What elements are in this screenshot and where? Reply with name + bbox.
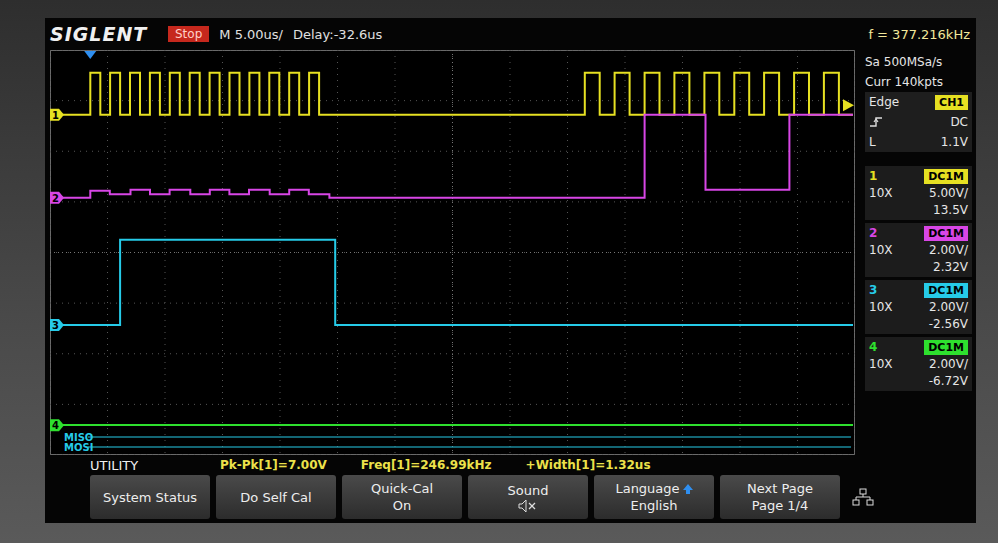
probe-ratio: 10X — [869, 185, 893, 201]
svg-text:2: 2 — [52, 193, 59, 204]
channel-number: 1 — [869, 168, 877, 184]
waveform-chart: MISOMOSI1234 — [50, 50, 855, 455]
vertical-scale: 2.00V/ — [929, 356, 968, 372]
top-bar: SIGLENT Stop M 5.00us/ Delay:-32.6us f =… — [50, 18, 976, 50]
vertical-offset: -2.56V — [929, 316, 968, 332]
grid-line — [50, 404, 855, 405]
softkey[interactable]: Do Self Cal — [216, 475, 336, 519]
bus-label: MOSI — [64, 442, 93, 453]
channel-settings[interactable]: 1 DC1M 10X 5.00V/ 13.5V — [865, 166, 972, 220]
brand-logo: SIGLENT — [50, 23, 158, 45]
waveform-trace — [50, 240, 853, 325]
trigger-position-icon[interactable] — [84, 51, 96, 59]
measurement: Pk-Pk[1]=7.00V — [220, 458, 327, 472]
vertical-scale: 2.00V/ — [929, 299, 968, 315]
svg-text:3: 3 — [52, 320, 59, 331]
channel-settings[interactable]: 3 DC1M 10X 2.00V/ -2.56V — [865, 280, 972, 334]
waveform-trace — [50, 73, 853, 115]
channel-marker[interactable]: 4 — [50, 419, 64, 431]
grid-line — [337, 50, 338, 455]
bus-line — [88, 447, 851, 448]
svg-text:4: 4 — [52, 420, 59, 431]
trigger-source-badge: CH1 — [935, 95, 968, 110]
vertical-offset: 2.32V — [933, 259, 968, 275]
softkey[interactable]: Next Page Page 1/4 — [720, 475, 840, 519]
coupling-badge: DC1M — [924, 340, 968, 355]
probe-ratio: 10X — [869, 356, 893, 372]
grid-line — [107, 50, 108, 455]
waveform-trace — [50, 115, 853, 198]
trigger-level[interactable]: L 1.1V — [865, 132, 972, 152]
channel-number: 4 — [869, 339, 877, 355]
coupling-badge: DC1M — [924, 169, 968, 184]
grid-line — [797, 50, 798, 455]
bus-line — [88, 437, 851, 438]
speaker-icon — [518, 499, 538, 513]
softkey[interactable]: Language English — [594, 475, 714, 519]
vertical-scale: 2.00V/ — [929, 242, 968, 258]
sample-rate: Sa 500MSa/s — [865, 52, 972, 72]
timebase: M 5.00us/ — [219, 27, 283, 42]
probe-ratio: 10X — [869, 242, 893, 258]
softkey[interactable]: Sound — [468, 475, 588, 519]
vertical-offset: -6.72V — [929, 373, 968, 389]
frequency-counter: f = 377.216kHz — [868, 27, 970, 42]
softkey[interactable]: System Status — [90, 475, 210, 519]
measurement-bar: UTILITY Pk-Pk[1]=7.00V Freq[1]=246.99kHz +… — [50, 455, 976, 475]
grid-line — [567, 50, 568, 455]
side-panel: Sa 500MSa/s Curr 140kpts Edge CH1 DC L 1… — [855, 50, 976, 455]
delay: Delay:-32.6us — [293, 27, 382, 42]
trigger-level-icon[interactable] — [843, 99, 854, 111]
vertical-offset: 13.5V — [933, 202, 968, 218]
channel-marker[interactable]: 1 — [50, 109, 64, 121]
run-state-badge[interactable]: Stop — [168, 26, 209, 42]
rising-edge-icon — [869, 116, 883, 128]
graticule: MISOMOSI1234 — [50, 50, 855, 455]
softkey-bar: System Status Do Self Cal Quick-Cal OnSo… — [50, 475, 976, 519]
probe-ratio: 10X — [869, 299, 893, 315]
svg-text:1: 1 — [52, 110, 59, 121]
scope-screen: SIGLENT Stop M 5.00us/ Delay:-32.6us f =… — [45, 18, 976, 523]
vertical-scale: 5.00V/ — [929, 185, 968, 201]
grid-line — [625, 50, 626, 455]
grid-line — [50, 252, 855, 253]
measurement: Freq[1]=246.99kHz — [361, 458, 492, 472]
coupling-badge: DC1M — [924, 226, 968, 241]
trigger-type[interactable]: Edge CH1 — [865, 92, 972, 112]
channel-number: 2 — [869, 225, 877, 241]
menu-title: UTILITY — [90, 458, 220, 473]
channel-number: 3 — [869, 282, 877, 298]
channel-marker[interactable]: 3 — [50, 319, 64, 331]
channel-settings[interactable]: 2 DC1M 10X 2.00V/ 2.32V — [865, 223, 972, 277]
waveform-trace — [50, 424, 853, 426]
measurement: +Width[1]=1.32us — [526, 458, 651, 472]
coupling-badge: DC1M — [924, 283, 968, 298]
channel-settings[interactable]: 4 DC1M 10X 2.00V/ -6.72V — [865, 337, 972, 391]
channel-marker[interactable]: 2 — [50, 192, 64, 204]
trigger-coupling[interactable]: DC — [865, 112, 972, 132]
oscilloscope-photo: SIGLENT Stop M 5.00us/ Delay:-32.6us f =… — [0, 0, 998, 543]
memory-depth: Curr 140kpts — [865, 72, 972, 92]
softkey[interactable]: Quick-Cal On — [342, 475, 462, 519]
network-icon — [852, 488, 874, 506]
knob-arrow-icon — [683, 484, 693, 494]
network-button[interactable] — [846, 475, 880, 519]
